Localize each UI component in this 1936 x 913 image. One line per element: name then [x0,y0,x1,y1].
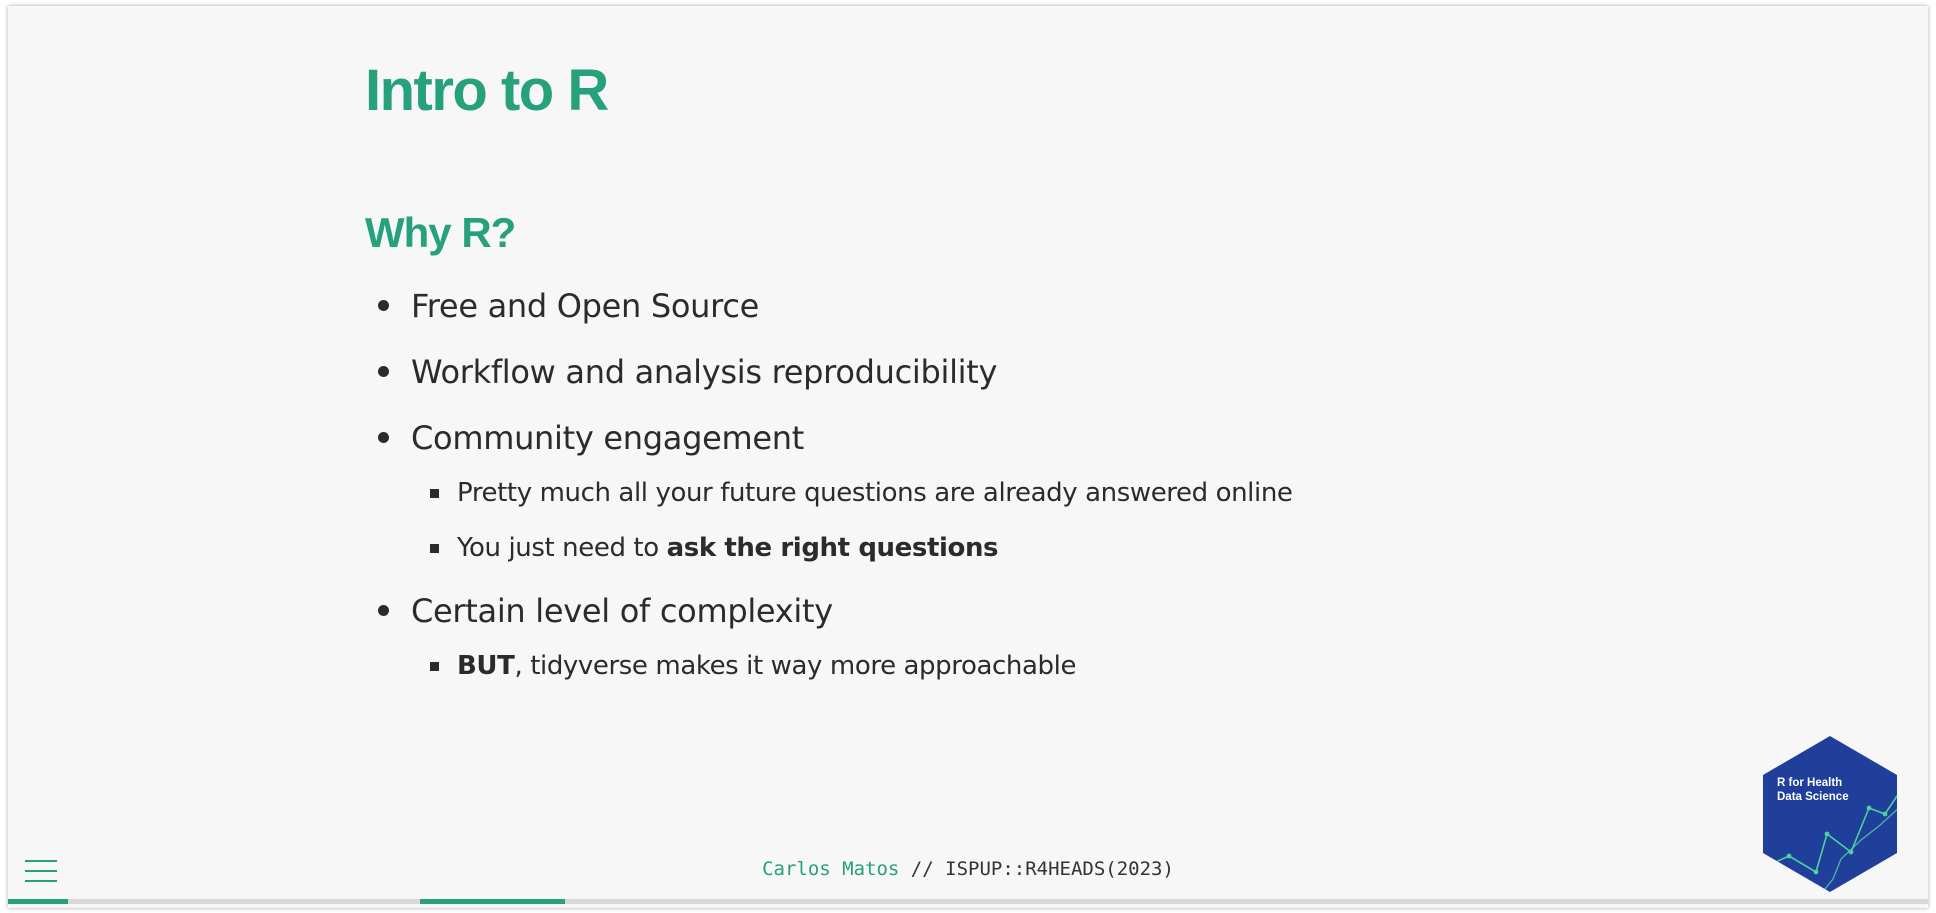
sub-bullet-text: You just need to [457,533,667,563]
sub-bullet-emphasis: BUT [457,651,515,681]
sub-bullet-list: BUT, tidyverse makes it way more approac… [411,647,1293,685]
bullet-item: Certain level of complexity BUT, tidyver… [365,589,1293,685]
progress-bar[interactable] [8,899,1928,904]
bullet-text: Free and Open Source [411,287,760,325]
sub-bullet-emphasis: ask the right questions [666,533,999,563]
slide-footer: Carlos Matos // ISPUP::R4HEADS(2023) [8,858,1928,880]
r4heads-hex-logo-icon: R for Health Data Science [1763,736,1897,892]
square-bullet-icon [430,544,439,553]
footer-separator: // [899,858,946,880]
bullet-text: Workflow and analysis reproducibility [411,353,998,391]
logo-line2: Data Science [1777,791,1849,803]
menu-bar [25,880,57,882]
square-bullet-icon [430,662,439,671]
bullet-item: Workflow and analysis reproducibility [365,350,1293,394]
bullet-dot-icon [378,432,389,443]
bullet-dot-icon [378,605,389,616]
sub-bullet-item: BUT, tidyverse makes it way more approac… [411,647,1293,685]
bullet-item: Free and Open Source [365,284,1293,328]
bullet-text: Community engagement [411,419,804,457]
bullet-item: Community engagement Pretty much all you… [365,416,1293,567]
slide-frame: Intro to R Why R? Free and Open Source W… [8,6,1928,908]
logo-line1: R for Health [1777,777,1842,789]
footer-author: Carlos Matos [762,858,900,880]
bullet-list: Free and Open Source Workflow and analys… [365,284,1293,707]
hex-background [1763,736,1897,892]
progress-segment [420,899,565,904]
slide-subtitle: Why R? [365,209,516,256]
sub-bullet-text: Pretty much all your future questions ar… [457,478,1293,508]
sub-bullet-list: Pretty much all your future questions ar… [411,474,1293,567]
sub-bullet-item: Pretty much all your future questions ar… [411,474,1293,512]
square-bullet-icon [430,489,439,498]
slide-title: Intro to R [365,58,609,123]
footer-course: ISPUP::R4HEADS(2023) [945,858,1174,880]
sub-bullet-text: , tidyverse makes it way more approachab… [514,651,1077,681]
bullet-dot-icon [378,366,389,377]
progress-segment [8,899,68,904]
sub-bullet-item: You just need to ask the right questions [411,529,1293,567]
bullet-dot-icon [378,300,389,311]
bullet-text: Certain level of complexity [411,592,833,630]
